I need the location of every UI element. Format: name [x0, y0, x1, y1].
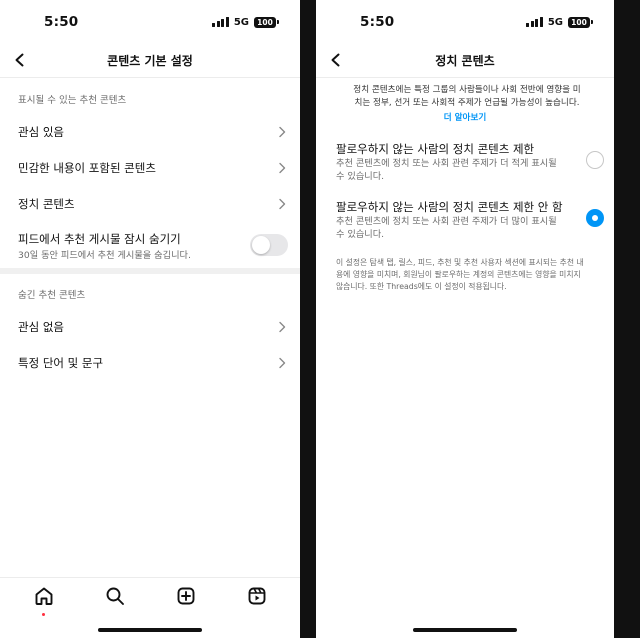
row-label: 관심 있음	[18, 125, 64, 139]
home-indicator	[98, 628, 202, 632]
toggle-knob	[252, 236, 270, 254]
status-bar: 5:50 5G 100	[316, 0, 614, 44]
toggle-title: 피드에서 추천 게시물 잠시 숨기기	[18, 232, 181, 246]
radio-unselected[interactable]	[586, 151, 604, 169]
option-limit[interactable]: 팔로우하지 않는 사람의 정치 콘텐츠 제한 추천 콘텐츠에 정치 또는 사회 …	[316, 141, 614, 191]
option-title: 팔로우하지 않는 사람의 정치 콘텐츠 제한	[336, 142, 535, 156]
chevron-right-icon	[279, 321, 286, 333]
row-specific-words[interactable]: 특정 단어 및 문구	[0, 345, 300, 381]
network-type: 5G	[233, 16, 249, 28]
status-time: 5:50	[44, 14, 79, 30]
status-time: 5:50	[360, 14, 395, 30]
page-title: 콘텐츠 기본 설정	[107, 54, 193, 68]
nav-bar: 콘텐츠 기본 설정	[0, 44, 300, 78]
option-description: 추천 콘텐츠에 정치 또는 사회 관련 주제가 더 많이 표시될 수 있습니다.	[336, 216, 557, 240]
row-interested[interactable]: 관심 있음	[0, 114, 300, 150]
radio-selected[interactable]	[586, 209, 604, 227]
row-label: 정치 콘텐츠	[18, 197, 75, 211]
snooze-suggested-posts-row: 피드에서 추천 게시물 잠시 숨기기 30일 동안 피드에서 추천 게시물을 숨…	[0, 227, 300, 265]
tab-reels[interactable]	[242, 581, 272, 611]
page-title: 정치 콘텐츠	[435, 54, 495, 68]
row-political-content[interactable]: 정치 콘텐츠	[0, 186, 300, 222]
row-label: 관심 없음	[18, 320, 64, 334]
chevron-right-icon	[279, 126, 286, 138]
chevron-right-icon	[279, 162, 286, 174]
intro-line: 정치 콘텐츠에는 특정 그룹의 사람들이나 사회 전반에 영향을 미	[353, 85, 581, 95]
option-title: 팔로우하지 않는 사람의 정치 콘텐츠 제한 안 함	[336, 200, 563, 214]
row-sensitive-content[interactable]: 민감한 내용이 포함된 콘텐츠	[0, 150, 300, 186]
section-header-suggested: 표시될 수 있는 추천 콘텐츠	[18, 95, 127, 106]
reels-icon	[248, 587, 265, 604]
option-dont-limit[interactable]: 팔로우하지 않는 사람의 정치 콘텐츠 제한 안 함 추천 콘텐츠에 정치 또는…	[316, 199, 614, 249]
nav-bar: 정치 콘텐츠	[316, 44, 614, 78]
row-label: 특정 단어 및 문구	[18, 356, 104, 370]
tab-bar	[0, 577, 300, 616]
chevron-right-icon	[279, 357, 286, 369]
home-icon	[35, 587, 52, 605]
signal-icon	[526, 17, 543, 27]
intro-line: 치는 정부, 선거 또는 사회적 주제가 언급될 가능성이 높습니다.	[354, 97, 580, 108]
snooze-toggle[interactable]	[250, 234, 288, 256]
battery-icon: 100	[568, 16, 593, 28]
tab-search[interactable]	[100, 581, 130, 611]
network-type: 5G	[547, 16, 563, 28]
political-content-screen: 5:50 5G 100 정치 콘텐츠 정치 콘텐츠에는 특정 그룹의 사람들이나…	[316, 0, 614, 638]
battery-icon: 100	[254, 16, 279, 28]
section-header-hidden: 숨긴 추천 콘텐츠	[18, 290, 86, 301]
toggle-subtitle: 30일 동안 피드에서 추천 게시물을 숨깁니다.	[18, 250, 191, 261]
section-divider	[0, 268, 300, 274]
home-indicator	[413, 628, 517, 632]
intro-text: 정치 콘텐츠에는 특정 그룹의 사람들이나 사회 전반에 영향을 미 치는 정부…	[346, 84, 588, 109]
search-icon	[106, 587, 124, 605]
learn-more-link[interactable]: 더 알아보기	[316, 111, 614, 123]
signal-icon	[212, 17, 229, 27]
content-preferences-screen: 5:50 5G 100 콘텐츠 기본 설정 표시될 수 있는 추천 콘텐츠 관심…	[0, 0, 300, 638]
option-description: 추천 콘텐츠에 정치 또는 사회 관련 주제가 더 적게 표시될 수 있습니다.	[336, 158, 557, 182]
tab-home[interactable]	[29, 581, 59, 616]
row-label: 민감한 내용이 포함된 콘텐츠	[18, 161, 156, 175]
settings-note: 이 설정은 탐색 탭, 릴스, 피드, 추천 및 추천 사용자 섹션에 표시되는…	[336, 258, 584, 291]
tab-create[interactable]	[171, 581, 201, 611]
row-not-interested[interactable]: 관심 없음	[0, 309, 300, 345]
create-icon	[177, 587, 194, 604]
notification-dot	[42, 612, 45, 616]
status-bar: 5:50 5G 100	[0, 0, 300, 44]
chevron-right-icon	[279, 198, 286, 210]
